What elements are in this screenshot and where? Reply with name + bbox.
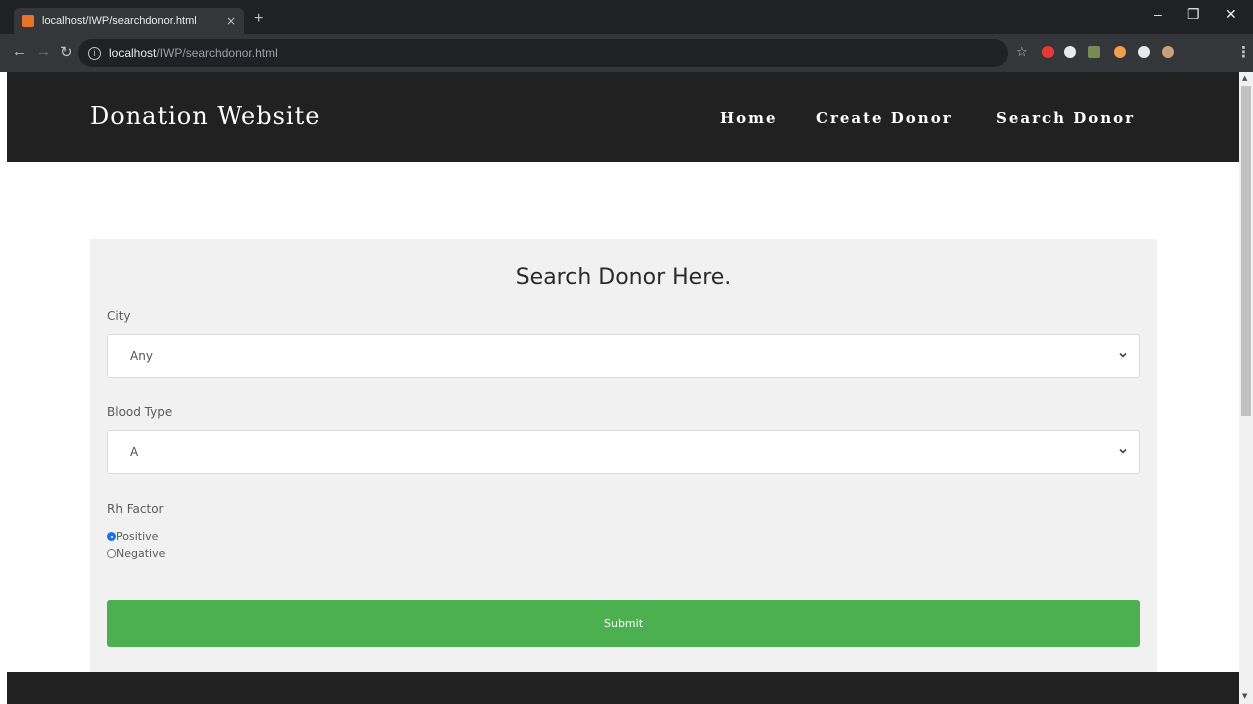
maximize-button[interactable]: ❐ <box>1187 6 1200 23</box>
rh-factor-label: Rh Factor <box>107 502 164 516</box>
page-viewport: Donation Website Home Create Donor Searc… <box>0 72 1239 704</box>
blood-type-select[interactable]: A <box>107 430 1140 474</box>
city-select-value: Any <box>130 349 153 363</box>
rh-positive-option[interactable]: Positive <box>107 530 158 543</box>
browser-menu-icon[interactable]: ⋮ <box>1236 43 1251 61</box>
submit-button[interactable]: Submit <box>107 600 1140 647</box>
extension-orange-icon[interactable] <box>1114 46 1126 58</box>
search-form-card: Search Donor Here. City Any Blood Type A… <box>90 239 1157 704</box>
bookmark-star-icon[interactable]: ☆ <box>1016 45 1028 60</box>
reload-icon[interactable]: ↻ <box>60 43 73 61</box>
rh-positive-radio[interactable] <box>107 532 116 541</box>
chevron-down-icon <box>1119 448 1127 454</box>
close-window-button[interactable]: ✕ <box>1225 6 1237 23</box>
nav-search-donor-link[interactable]: Search Donor <box>996 109 1135 127</box>
site-info-icon[interactable]: i <box>88 46 101 60</box>
new-tab-button[interactable]: + <box>254 10 263 28</box>
forward-arrow-icon[interactable]: → <box>36 43 51 60</box>
site-header: Donation Website Home Create Donor Searc… <box>7 72 1239 162</box>
browser-tabstrip: localhost/IWP/searchdonor.html × + – ❐ ✕ <box>0 0 1253 34</box>
nav-create-donor-link[interactable]: Create Donor <box>816 109 953 127</box>
blood-type-select-value: A <box>130 445 139 459</box>
site-brand[interactable]: Donation Website <box>90 102 320 130</box>
profile-avatar-icon[interactable] <box>1162 46 1174 58</box>
blood-type-label: Blood Type <box>107 405 173 419</box>
page-favicon-icon <box>22 15 34 27</box>
address-bar[interactable]: i localhost/IWP/searchdonor.html <box>78 39 1008 67</box>
rh-negative-label: Negative <box>116 547 166 560</box>
rh-negative-option[interactable]: Negative <box>107 547 165 560</box>
rh-positive-label: Positive <box>116 530 159 543</box>
scroll-up-arrow-icon[interactable]: ▲ <box>1242 74 1247 82</box>
page-scrollbar[interactable]: ▲ ▼ <box>1239 72 1253 704</box>
nav-home-link[interactable]: Home <box>720 109 778 127</box>
form-title: Search Donor Here. <box>515 265 732 290</box>
url-path: /IWP/searchdonor.html <box>156 46 278 60</box>
rh-negative-radio[interactable] <box>107 549 116 558</box>
tab-title: localhost/IWP/searchdonor.html <box>42 15 197 27</box>
scrollbar-thumb[interactable] <box>1241 86 1251 416</box>
extension-record-icon[interactable] <box>1042 46 1054 58</box>
extensions-puzzle-icon[interactable] <box>1138 46 1150 58</box>
chevron-down-icon <box>1119 352 1127 358</box>
city-select[interactable]: Any <box>107 334 1140 378</box>
tab-close-icon[interactable]: × <box>226 14 236 28</box>
site-footer <box>7 672 1239 704</box>
extension-grid-icon[interactable] <box>1088 46 1100 58</box>
extension-circle-icon[interactable] <box>1064 46 1076 58</box>
browser-toolbar: ← → ↻ i localhost/IWP/searchdonor.html ☆… <box>0 34 1253 72</box>
back-arrow-icon[interactable]: ← <box>12 43 27 60</box>
url-host: localhost <box>109 46 157 60</box>
minimize-button[interactable]: – <box>1154 6 1162 22</box>
browser-tab[interactable]: localhost/IWP/searchdonor.html × <box>14 8 244 34</box>
city-label: City <box>107 309 131 323</box>
scroll-down-arrow-icon[interactable]: ▼ <box>1242 692 1247 700</box>
